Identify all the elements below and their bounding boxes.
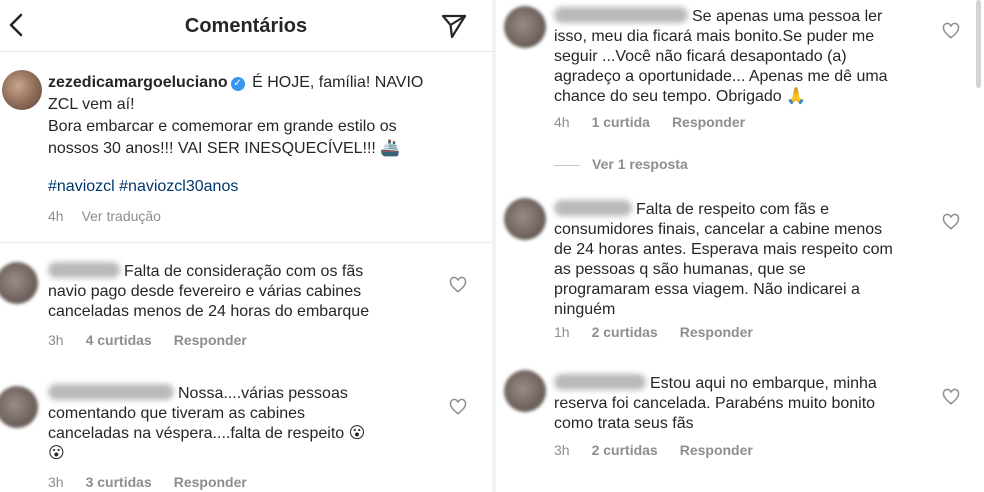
comment-line: ninguém [554, 301, 616, 318]
caption-line3: Bora embarcar e comemorar em grande esti… [48, 118, 397, 135]
comments-panel-right: Se apenas uma pessoa ler isso, meu dia f… [496, 0, 984, 492]
avatar[interactable] [504, 198, 546, 240]
caption-line1: É HOJE, família! NAVIO [247, 74, 424, 91]
comment-time: 4h [554, 114, 570, 130]
comment-meta: 4h 1 curtida Responder [554, 114, 745, 130]
comment-time: 3h [48, 474, 64, 490]
comment-line: canceladas menos de 24 horas do embarque [48, 303, 370, 320]
comment-text: Se apenas uma pessoa ler isso, meu dia f… [554, 7, 888, 107]
hashtag-link[interactable]: #naviozcl [48, 178, 115, 195]
heart-icon[interactable] [449, 276, 467, 294]
caption-meta: 4h Ver tradução [48, 208, 161, 224]
header-bar: Comentários [0, 0, 492, 52]
comment-username[interactable] [48, 262, 120, 278]
avatar[interactable] [2, 70, 42, 110]
avatar[interactable] [0, 262, 38, 304]
comment-line: seguir ...Você não ficará desapontado (a… [554, 48, 847, 65]
reply-button[interactable]: Responder [174, 474, 247, 490]
heart-icon[interactable] [942, 213, 960, 231]
comment-line: comentando que tiveram as cabines [48, 405, 306, 422]
divider [0, 242, 492, 243]
comments-panel-left: Comentários zezedicamargoeluciano ✓ É HOJ… [0, 0, 492, 492]
comment-time: 3h [554, 442, 570, 458]
caption-line2: ZCL vem aí! [48, 96, 135, 113]
comment-line: agradeço a oportunidade... Apenas me dê … [554, 68, 888, 85]
reply-button[interactable]: Responder [680, 324, 753, 340]
reply-button[interactable]: Responder [680, 442, 753, 458]
comment-line: reserva foi cancelada. Parabéns muito bo… [554, 395, 876, 412]
likes-count[interactable]: 2 curtidas [592, 442, 658, 458]
avatar[interactable] [504, 370, 546, 412]
comment-line: como trata seus fãs [554, 415, 694, 432]
comment-line: canceladas na véspera....falta de respei… [48, 425, 366, 442]
comment-line: de 24 horas antes. Esperava mais respeit… [554, 241, 893, 258]
comment-line: Nossa....várias pessoas [178, 385, 348, 402]
comment-line: programaram essa viagem. Não indicarei a [554, 281, 860, 298]
comment-line: chance do seu tempo. Obrigado 🙏 [554, 88, 807, 105]
caption-line4: nossos 30 anos!!! VAI SER INESQUECÍVEL!!… [48, 140, 401, 157]
comment-line: Se apenas uma pessoa ler [692, 8, 883, 25]
comment-text: Falta de respeito com fãs e consumidores… [554, 200, 893, 320]
comment-line: consumidores finais, cancelar a cabine m… [554, 221, 883, 238]
comment-line: 😮 [48, 445, 65, 462]
hashtag-link[interactable]: #naviozcl30anos [119, 178, 238, 195]
comment-time: 3h [48, 332, 64, 348]
comment-username[interactable] [554, 200, 632, 216]
comment-text: Nossa....várias pessoas comentando que t… [48, 384, 365, 464]
comment-username[interactable] [554, 374, 646, 390]
comment-line: Estou aqui no embarque, minha [650, 375, 877, 392]
send-button[interactable] [440, 12, 468, 40]
comment-line: as pessoas q são humanas, que se [554, 261, 806, 278]
reply-button[interactable]: Responder [672, 114, 745, 130]
heart-icon[interactable] [449, 398, 467, 416]
heart-icon[interactable] [942, 22, 960, 40]
caption-username[interactable]: zezedicamargoeluciano [48, 74, 228, 91]
paper-plane-icon [441, 14, 467, 39]
likes-count[interactable]: 1 curtida [592, 114, 650, 130]
view-replies-label: Ver 1 resposta [592, 156, 688, 172]
caption-text: zezedicamargoeluciano ✓ É HOJE, família! … [48, 72, 468, 160]
comment-username[interactable] [554, 7, 688, 23]
scrollbar[interactable] [976, 0, 981, 88]
comment-text: Falta de consideração com os fãs navio p… [48, 262, 369, 322]
comment-meta: 3h 3 curtidas Responder [48, 474, 247, 490]
verified-icon: ✓ [230, 77, 245, 91]
caption-time: 4h [48, 208, 64, 224]
reply-button[interactable]: Responder [174, 332, 247, 348]
avatar[interactable] [504, 6, 546, 48]
comment-meta: 3h 2 curtidas Responder [554, 442, 753, 458]
comment-time: 1h [554, 324, 570, 340]
view-replies-button[interactable]: Ver 1 resposta [554, 156, 688, 172]
avatar[interactable] [0, 386, 38, 428]
likes-count[interactable]: 2 curtidas [592, 324, 658, 340]
see-translation-link[interactable]: Ver tradução [82, 208, 161, 224]
comment-text: Estou aqui no embarque, minha reserva fo… [554, 374, 877, 434]
comment-line: Falta de consideração com os fãs [124, 263, 364, 280]
likes-count[interactable]: 3 curtidas [86, 474, 152, 490]
comment-meta: 3h 4 curtidas Responder [48, 332, 247, 348]
heart-icon[interactable] [942, 388, 960, 406]
hashtags: #naviozcl #naviozcl30anos [48, 178, 238, 196]
comment-username[interactable] [48, 384, 174, 400]
reply-line-divider [554, 164, 580, 166]
likes-count[interactable]: 4 curtidas [86, 332, 152, 348]
comment-line: isso, meu dia ficará mais bonito.Se pude… [554, 28, 875, 45]
comment-line: navio pago desde fevereiro e várias cabi… [48, 283, 362, 300]
comment-meta: 1h 2 curtidas Responder [554, 324, 753, 340]
page-title: Comentários [184, 15, 308, 37]
comment-line: Falta de respeito com fãs e [636, 201, 829, 218]
